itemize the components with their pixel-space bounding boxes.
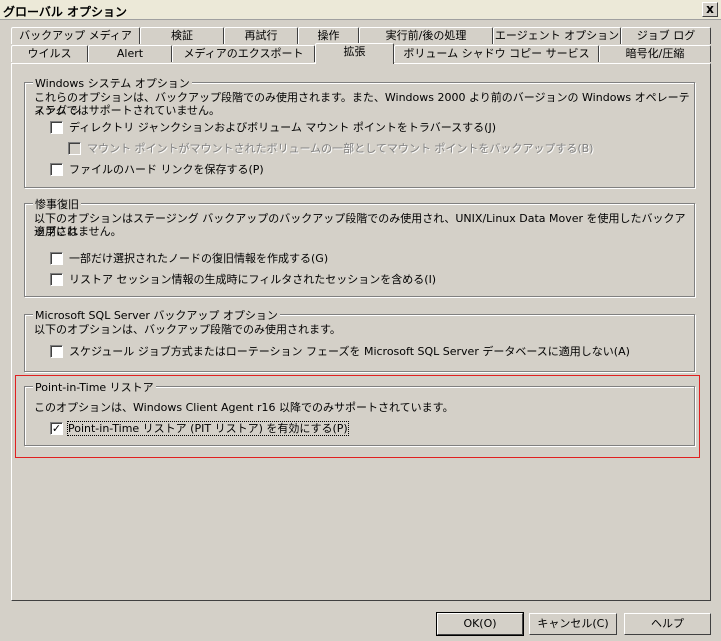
tab-retry[interactable]: 再試行 bbox=[224, 27, 298, 44]
title-bar: グローバル オプション x bbox=[0, 0, 721, 20]
tab-encryption[interactable]: 暗号化/圧縮 bbox=[599, 45, 711, 62]
tab-row-2: ウイルス Alert メディアのエクスポート 拡張 ボリューム シャドウ コピー… bbox=[11, 43, 711, 64]
close-button[interactable]: x bbox=[702, 2, 718, 17]
partial-node-recovery-checkbox[interactable] bbox=[50, 252, 63, 265]
sql-server-group: Microsoft SQL Server バックアップ オプション 以下のオプシ… bbox=[24, 307, 695, 372]
group-description: 以下のオプションはステージング バックアップのバックアップ段階でのみ使用され、U… bbox=[34, 212, 686, 238]
include-filtered-sessions-checkbox[interactable] bbox=[50, 273, 63, 286]
tab-backup-media[interactable]: バックアップ メディア bbox=[11, 27, 140, 44]
checkbox-label: ファイルのハード リンクを保存する(P) bbox=[69, 163, 264, 176]
group-description: ステムではサポートされていません。 bbox=[34, 104, 221, 117]
highlight-box bbox=[15, 375, 700, 458]
tab-pre-post[interactable]: 実行前/後の処理 bbox=[359, 27, 493, 44]
preserve-hard-links-checkbox[interactable] bbox=[50, 163, 63, 176]
sql-rotation-checkbox[interactable] bbox=[50, 345, 63, 358]
checkbox-label: 一部だけ選択されたノードの復旧情報を作成する(G) bbox=[69, 252, 329, 265]
tab-virus[interactable]: ウイルス bbox=[11, 45, 88, 62]
windows-options-group: Windows システム オプション これらのオプションは、バックアップ段階での… bbox=[24, 75, 695, 188]
group-description: 以下のオプションは、バックアップ段階でのみ使用されます。 bbox=[34, 323, 341, 336]
checkbox-label: スケジュール ジョブ方式またはローテーション フェーズを Microsoft S… bbox=[69, 345, 630, 358]
checkbox-label: ディレクトリ ジャンクションおよびボリューム マウント ポイントをトラバースする… bbox=[69, 121, 497, 134]
help-button[interactable]: ヘルプ bbox=[624, 613, 711, 635]
window-title: グローバル オプション bbox=[3, 5, 128, 19]
group-description: 適用されません。 bbox=[34, 225, 122, 238]
disaster-recovery-group: 惨事復旧 以下のオプションはステージング バックアップのバックアップ段階でのみ使… bbox=[24, 196, 695, 297]
checkbox-label: リストア セッション情報の生成時にフィルタされたセッションを含める(I) bbox=[69, 273, 437, 286]
backup-mount-points-checkbox[interactable] bbox=[68, 142, 81, 155]
tab-alert[interactable]: Alert bbox=[88, 45, 172, 62]
tab-agent-options[interactable]: エージェント オプション bbox=[493, 27, 621, 44]
group-legend: 惨事復旧 bbox=[33, 196, 81, 212]
tab-operation[interactable]: 操作 bbox=[298, 27, 359, 44]
tab-job-log[interactable]: ジョブ ログ bbox=[621, 27, 711, 44]
tab-row-1: バックアップ メディア 検証 再試行 操作 実行前/後の処理 エージェント オプ… bbox=[11, 27, 711, 44]
tab-panel: Windows システム オプション これらのオプションは、バックアップ段階での… bbox=[11, 63, 711, 601]
traverse-junction-checkbox[interactable] bbox=[50, 121, 63, 134]
tab-advanced[interactable]: 拡張 bbox=[315, 43, 394, 64]
tab-media-export[interactable]: メディアのエクスポート bbox=[172, 45, 315, 62]
ok-button[interactable]: OK(O) bbox=[436, 612, 524, 636]
checkbox-label: マウント ポイントがマウントされたボリュームの一部としてマウント ポイントをバッ… bbox=[87, 142, 594, 155]
group-legend: Windows システム オプション bbox=[33, 75, 192, 91]
cancel-button[interactable]: キャンセル(C) bbox=[529, 613, 617, 635]
group-legend: Microsoft SQL Server バックアップ オプション bbox=[33, 307, 280, 323]
tab-vss[interactable]: ボリューム シャドウ コピー サービス bbox=[394, 45, 599, 62]
tab-verify[interactable]: 検証 bbox=[140, 27, 224, 44]
